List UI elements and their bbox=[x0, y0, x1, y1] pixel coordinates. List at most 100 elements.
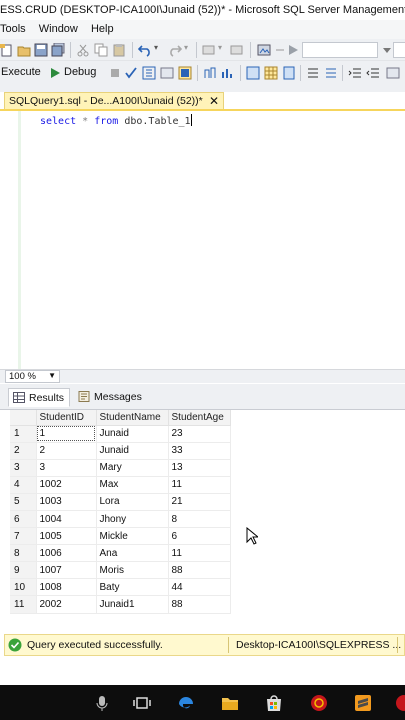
table-row[interactable]: 10 1008 Baty 44 bbox=[10, 578, 231, 597]
microphone-icon[interactable] bbox=[92, 693, 112, 713]
include-plan-icon[interactable] bbox=[203, 66, 217, 80]
cell-studentid[interactable]: 2002 bbox=[36, 595, 97, 614]
cancel-query-icon[interactable] bbox=[108, 66, 122, 80]
row-number[interactable]: 9 bbox=[10, 561, 37, 580]
tab-results[interactable]: Results bbox=[8, 388, 70, 407]
sublime-icon[interactable] bbox=[353, 693, 373, 713]
cell-studentname[interactable]: Ana bbox=[96, 544, 169, 563]
cell-studentage[interactable]: 11 bbox=[168, 476, 231, 494]
cell-studentname[interactable]: Baty bbox=[96, 578, 169, 597]
column-header-studentage[interactable]: StudentAge bbox=[168, 410, 231, 426]
cell-studentname[interactable]: Mary bbox=[96, 459, 169, 477]
cell-studentage[interactable]: 88 bbox=[168, 561, 231, 580]
screenshot-icon[interactable] bbox=[257, 43, 271, 57]
column-header-studentname[interactable]: StudentName bbox=[96, 410, 169, 426]
table-row[interactable]: 9 1007 Moris 88 bbox=[10, 561, 231, 580]
file-explorer-icon[interactable] bbox=[220, 693, 240, 713]
solution-configurations-combo[interactable] bbox=[302, 42, 378, 58]
row-number[interactable]: 7 bbox=[10, 527, 37, 546]
cell-studentage[interactable]: 23 bbox=[168, 425, 231, 443]
copy-icon[interactable] bbox=[94, 43, 108, 57]
decrease-indent-icon[interactable] bbox=[348, 66, 362, 80]
cell-studentage[interactable]: 33 bbox=[168, 442, 231, 460]
cell-studentid[interactable]: 1004 bbox=[36, 510, 97, 529]
intellisense-icon[interactable] bbox=[178, 66, 192, 80]
results-to-text-icon[interactable] bbox=[246, 66, 260, 80]
uncomment-lines-icon[interactable] bbox=[324, 66, 338, 80]
cell-studentid[interactable]: 1006 bbox=[36, 544, 97, 563]
row-number[interactable]: 8 bbox=[10, 544, 37, 563]
table-row[interactable]: 8 1006 Ana 11 bbox=[10, 544, 231, 563]
results-grid[interactable]: StudentID StudentName StudentAge 1 1 Junai… bbox=[10, 410, 231, 614]
cell-studentage[interactable]: 44 bbox=[168, 578, 231, 597]
cell-studentid[interactable]: 1005 bbox=[36, 527, 97, 546]
cell-studentname[interactable]: Junaid bbox=[96, 442, 169, 460]
row-number[interactable]: 11 bbox=[10, 595, 37, 614]
open-file-icon[interactable] bbox=[17, 43, 31, 57]
new-query-icon[interactable] bbox=[0, 43, 14, 57]
navigate-forward-icon[interactable] bbox=[230, 43, 244, 57]
cell-studentname[interactable]: Max bbox=[96, 476, 169, 494]
toolbar-options-icon[interactable] bbox=[273, 43, 287, 57]
debug-button[interactable]: Debug bbox=[64, 66, 96, 78]
store-icon[interactable] bbox=[264, 693, 284, 713]
zoom-select[interactable]: 100 % ▼ bbox=[5, 370, 60, 383]
cell-studentname[interactable]: Junaid bbox=[96, 425, 169, 443]
cell-studentid[interactable]: 1008 bbox=[36, 578, 97, 597]
table-row[interactable]: 7 1005 Mickle 6 bbox=[10, 527, 231, 546]
tab-messages[interactable]: Messages bbox=[74, 388, 142, 407]
table-row[interactable]: 11 2002 Junaid1 88 bbox=[10, 595, 231, 614]
app-red-icon[interactable] bbox=[309, 693, 329, 713]
start-icon[interactable] bbox=[286, 43, 300, 57]
increase-indent-icon[interactable] bbox=[366, 66, 380, 80]
query-editor[interactable]: select * from dbo.Table_1 bbox=[0, 111, 405, 369]
row-number[interactable]: 5 bbox=[10, 493, 37, 511]
specify-values-icon[interactable] bbox=[386, 66, 400, 80]
cell-studentname[interactable]: Mickle bbox=[96, 527, 169, 546]
cell-studentage[interactable]: 11 bbox=[168, 544, 231, 563]
second-combo[interactable] bbox=[393, 42, 405, 58]
cell-studentage[interactable]: 13 bbox=[168, 459, 231, 477]
redo-icon[interactable] bbox=[168, 43, 182, 57]
cell-studentage[interactable]: 8 bbox=[168, 510, 231, 529]
cell-studentname[interactable]: Junaid1 bbox=[96, 595, 169, 614]
parse-check-icon[interactable] bbox=[124, 66, 138, 80]
cell-studentname[interactable]: Jhony bbox=[96, 510, 169, 529]
app-partial-icon[interactable] bbox=[394, 693, 405, 713]
cell-studentname[interactable]: Lora bbox=[96, 493, 169, 511]
query-options-icon[interactable] bbox=[160, 66, 174, 80]
menu-help[interactable]: Help bbox=[91, 20, 120, 39]
row-number[interactable]: 1 bbox=[10, 425, 37, 443]
debug-play-icon[interactable] bbox=[48, 66, 62, 80]
cell-studentid[interactable]: 3 bbox=[36, 459, 97, 477]
navigate-dropdown-icon[interactable]: ▾ bbox=[218, 43, 222, 52]
cell-studentid[interactable]: 2 bbox=[36, 442, 97, 460]
cell-studentname[interactable]: Moris bbox=[96, 561, 169, 580]
combo-dropdown-icon[interactable] bbox=[380, 43, 394, 57]
cell-studentid[interactable]: 1 bbox=[36, 425, 97, 443]
results-to-file-icon[interactable] bbox=[282, 66, 296, 80]
row-number[interactable]: 4 bbox=[10, 476, 37, 494]
comment-lines-icon[interactable] bbox=[306, 66, 320, 80]
paste-icon[interactable] bbox=[112, 43, 126, 57]
table-row[interactable]: 3 3 Mary 13 bbox=[10, 459, 231, 477]
query-text[interactable]: select * from dbo.Table_1 bbox=[40, 114, 192, 129]
task-view-icon[interactable] bbox=[132, 693, 152, 713]
cell-studentage[interactable]: 88 bbox=[168, 595, 231, 614]
row-number[interactable]: 10 bbox=[10, 578, 37, 597]
redo-dropdown-icon[interactable]: ▾ bbox=[184, 43, 188, 52]
undo-icon[interactable] bbox=[138, 43, 152, 57]
row-number-header[interactable] bbox=[10, 410, 37, 426]
tab-sqlquery1[interactable]: SQLQuery1.sql - De...A100I\Junaid (52))*… bbox=[4, 92, 224, 110]
chevron-down-icon[interactable]: ▼ bbox=[48, 370, 56, 382]
cut-icon[interactable] bbox=[76, 43, 90, 57]
save-all-icon[interactable] bbox=[51, 43, 65, 57]
client-stats-icon[interactable] bbox=[221, 66, 235, 80]
menu-window[interactable]: Window bbox=[39, 20, 84, 39]
navigate-backward-icon[interactable] bbox=[202, 43, 216, 57]
cell-studentage[interactable]: 6 bbox=[168, 527, 231, 546]
row-number[interactable]: 3 bbox=[10, 459, 37, 477]
row-number[interactable]: 6 bbox=[10, 510, 37, 529]
cell-studentid[interactable]: 1003 bbox=[36, 493, 97, 511]
cell-studentid[interactable]: 1002 bbox=[36, 476, 97, 494]
